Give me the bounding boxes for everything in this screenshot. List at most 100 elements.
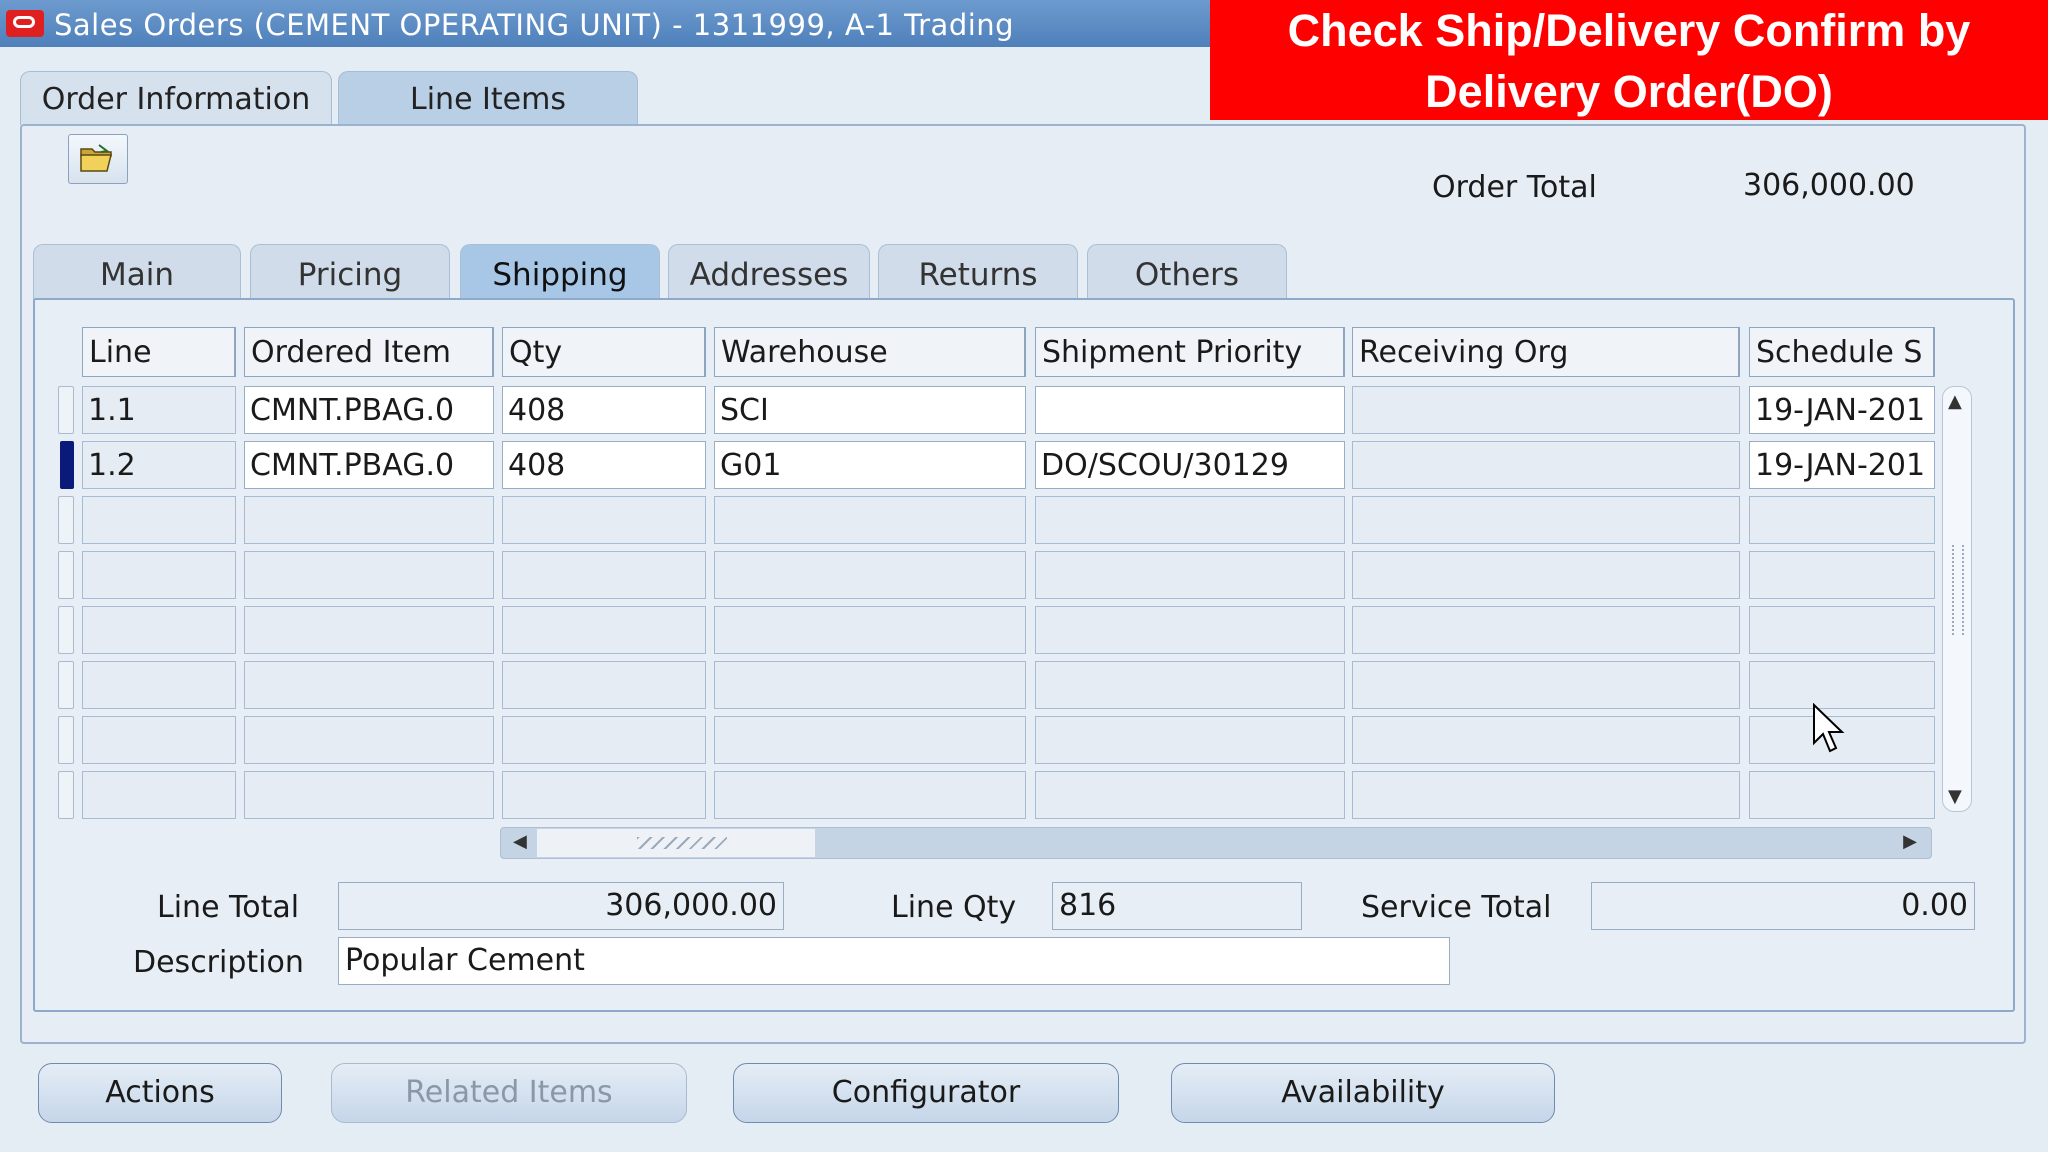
cell-empty[interactable]	[502, 771, 706, 819]
tab-others[interactable]: Others	[1087, 244, 1287, 300]
cell-receiving-org[interactable]	[1352, 441, 1740, 489]
scroll-up-arrow-icon[interactable]: ▲	[1948, 391, 1962, 412]
tab-line-items[interactable]: Line Items	[338, 71, 638, 125]
cell-empty[interactable]	[1035, 606, 1345, 654]
cell-empty[interactable]	[1035, 551, 1345, 599]
row-selector[interactable]	[58, 496, 74, 544]
cell-empty[interactable]	[244, 606, 494, 654]
scroll-grip	[637, 837, 727, 849]
cell-empty[interactable]	[82, 716, 236, 764]
cell-empty[interactable]	[1352, 716, 1740, 764]
cell-shipment-priority[interactable]: DO/SCOU/30129	[1035, 441, 1345, 489]
cell-empty[interactable]	[714, 716, 1026, 764]
cell-empty[interactable]	[502, 661, 706, 709]
cell-schedule-ship-date[interactable]: 19-JAN-201	[1749, 441, 1935, 489]
cell-empty[interactable]	[714, 606, 1026, 654]
tab-pricing[interactable]: Pricing	[250, 244, 450, 300]
cell-empty[interactable]	[82, 771, 236, 819]
cell-empty[interactable]	[714, 771, 1026, 819]
cell-empty[interactable]	[1035, 496, 1345, 544]
cell-empty[interactable]	[244, 771, 494, 819]
row-selector[interactable]	[58, 661, 74, 709]
annotation-banner: Check Ship/Delivery Confirm by Delivery …	[1210, 0, 2048, 120]
cell-qty[interactable]: 408	[502, 386, 706, 434]
cell-warehouse[interactable]: G01	[714, 441, 1026, 489]
row-selector[interactable]	[58, 716, 74, 764]
cell-warehouse[interactable]: SCI	[714, 386, 1026, 434]
cell-ordered-item[interactable]: CMNT.PBAG.0	[244, 441, 494, 489]
cell-empty[interactable]	[1749, 496, 1935, 544]
cell-qty[interactable]: 408	[502, 441, 706, 489]
cell-empty[interactable]	[1749, 661, 1935, 709]
cell-empty[interactable]	[1352, 606, 1740, 654]
scroll-grip[interactable]	[1952, 545, 1964, 635]
horizontal-scroll-thumb[interactable]	[537, 829, 815, 857]
scroll-left-arrow-icon[interactable]: ◀	[513, 831, 527, 852]
cell-empty[interactable]	[82, 551, 236, 599]
cell-empty[interactable]	[1749, 551, 1935, 599]
availability-button[interactable]: Availability	[1171, 1063, 1555, 1123]
service-total-label: Service Total	[1361, 890, 1552, 925]
cell-shipment-priority[interactable]	[1035, 386, 1345, 434]
tab-addresses[interactable]: Addresses	[668, 244, 870, 300]
cell-empty[interactable]	[1352, 771, 1740, 819]
order-total-label: Order Total	[1432, 170, 1597, 205]
column-header-receiving-org: Receiving Org	[1352, 327, 1740, 377]
cell-empty[interactable]	[714, 661, 1026, 709]
mouse-pointer-icon	[1813, 703, 1845, 753]
cell-empty[interactable]	[1035, 661, 1345, 709]
related-items-button[interactable]: Related Items	[331, 1063, 687, 1123]
cell-empty[interactable]	[244, 661, 494, 709]
banner-line-1: Check Ship/Delivery Confirm by	[1287, 5, 1971, 56]
vertical-scrollbar[interactable]: ▲ ▼	[1942, 386, 1972, 812]
service-total-field[interactable]: 0.00	[1591, 882, 1975, 930]
line-qty-field[interactable]: 816	[1052, 882, 1302, 930]
actions-button[interactable]: Actions	[38, 1063, 282, 1123]
description-field[interactable]: Popular Cement	[338, 937, 1450, 985]
cell-empty[interactable]	[1749, 771, 1935, 819]
cell-empty[interactable]	[502, 551, 706, 599]
cell-empty[interactable]	[502, 496, 706, 544]
column-header-shipment-priority: Shipment Priority	[1035, 327, 1345, 377]
scroll-right-arrow-icon[interactable]: ▶	[1903, 831, 1917, 852]
cell-ordered-item[interactable]: CMNT.PBAG.0	[244, 386, 494, 434]
cell-schedule-ship-date[interactable]: 19-JAN-201	[1749, 386, 1935, 434]
tab-shipping[interactable]: Shipping	[460, 244, 660, 300]
row-selector-current[interactable]	[60, 441, 74, 489]
cell-empty[interactable]	[714, 496, 1026, 544]
row-selector[interactable]	[58, 771, 74, 819]
cell-empty[interactable]	[1352, 551, 1740, 599]
horizontal-scrollbar[interactable]: ◀ ▶	[500, 827, 1932, 859]
cell-empty[interactable]	[82, 661, 236, 709]
cell-empty[interactable]	[714, 551, 1026, 599]
cell-empty[interactable]	[1352, 661, 1740, 709]
cell-empty[interactable]	[82, 606, 236, 654]
cell-line[interactable]: 1.2	[82, 441, 236, 489]
row-selector[interactable]	[58, 551, 74, 599]
cell-empty[interactable]	[82, 496, 236, 544]
cell-empty[interactable]	[1035, 771, 1345, 819]
line-total-field[interactable]: 306,000.00	[338, 882, 784, 930]
cell-receiving-org[interactable]	[1352, 386, 1740, 434]
cell-line[interactable]: 1.1	[82, 386, 236, 434]
tab-returns[interactable]: Returns	[878, 244, 1078, 300]
row-selector[interactable]	[58, 606, 74, 654]
cell-empty[interactable]	[502, 716, 706, 764]
cell-empty[interactable]	[244, 716, 494, 764]
line-total-label: Line Total	[157, 890, 300, 925]
scroll-down-arrow-icon[interactable]: ▼	[1948, 786, 1962, 807]
oracle-logo-icon	[6, 10, 44, 37]
cell-empty[interactable]	[244, 551, 494, 599]
open-folder-button[interactable]	[68, 134, 128, 184]
cell-empty[interactable]	[1035, 716, 1345, 764]
cell-empty[interactable]	[1352, 496, 1740, 544]
cell-empty[interactable]	[244, 496, 494, 544]
row-selector[interactable]	[58, 386, 74, 434]
availability-button-label: Availability	[1281, 1075, 1445, 1110]
cell-empty[interactable]	[502, 606, 706, 654]
folder-open-icon	[80, 144, 112, 172]
tab-order-information[interactable]: Order Information	[20, 71, 332, 125]
configurator-button[interactable]: Configurator	[733, 1063, 1119, 1123]
cell-empty[interactable]	[1749, 606, 1935, 654]
tab-main[interactable]: Main	[33, 244, 241, 300]
